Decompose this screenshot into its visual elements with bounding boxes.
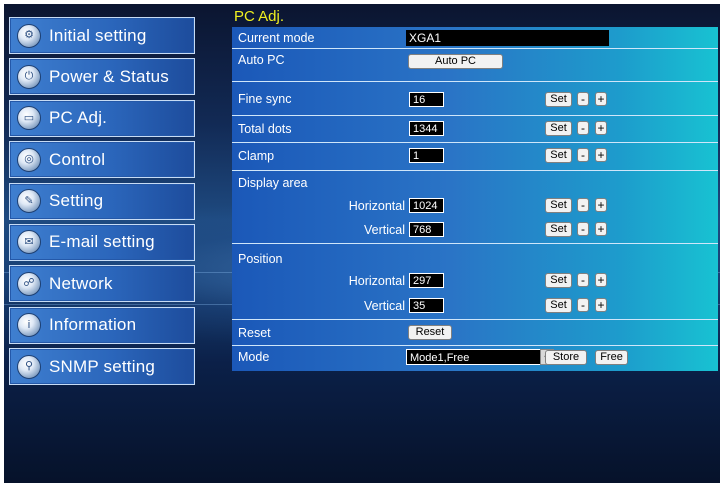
fine-sync-input[interactable]: 16 [409,92,444,107]
current-mode-label: Current mode [238,31,315,45]
current-mode-row: Current mode XGA1 [232,27,718,49]
snmp-icon: ⚲ [17,354,41,379]
fine-sync-minus-button[interactable]: - [577,92,589,106]
sidebar-item-label: Setting [49,191,104,211]
total-dots-input[interactable]: 1344 [409,121,444,136]
reset-row: Reset Reset [232,320,718,346]
monitor-icon: ▭ [17,106,41,131]
clamp-minus-button[interactable]: - [577,148,589,162]
total-dots-set-button[interactable]: Set [545,121,572,136]
sidebar-nav: ⚙ Initial setting ⏻ Power & Status ▭ PC … [9,17,195,390]
position-vertical-plus-button[interactable]: + [595,298,607,312]
position-vertical-label: Vertical [364,299,405,313]
current-mode-value: XGA1 [406,30,609,46]
gear-icon: ⚙ [17,23,41,48]
position-horizontal-plus-button[interactable]: + [595,273,607,287]
sidebar-item-email-setting[interactable]: ✉ E-mail setting [9,223,195,261]
position-row: Position Horizontal 297 Set - + Vertical… [232,244,718,320]
total-dots-label: Total dots [238,122,292,136]
page-title: PC Adj. [234,8,285,25]
reset-label: Reset [238,326,271,340]
clamp-input[interactable]: 1 [409,148,444,163]
wrench-icon: ✎ [17,189,41,214]
fine-sync-row: Fine sync 16 Set - + [232,82,718,116]
sidebar-item-label: E-mail setting [49,232,155,252]
sidebar-item-network[interactable]: ☍ Network [9,265,195,303]
display-area-vertical-plus-button[interactable]: + [595,222,607,236]
clamp-plus-button[interactable]: + [595,148,607,162]
sidebar-item-information[interactable]: i Information [9,306,195,344]
display-area-row: Display area Horizontal 1024 Set - + Ver… [232,171,718,244]
sidebar-item-pc-adj[interactable]: ▭ PC Adj. [9,99,195,137]
position-horizontal-set-button[interactable]: Set [545,273,572,288]
sidebar-item-power-status[interactable]: ⏻ Power & Status [9,58,195,96]
sidebar-item-label: PC Adj. [49,108,108,128]
position-horizontal-label: Horizontal [348,274,405,288]
auto-pc-button[interactable]: Auto PC [408,54,503,69]
display-area-label: Display area [238,176,308,190]
reset-button[interactable]: Reset [408,325,452,340]
clamp-set-button[interactable]: Set [545,148,572,163]
sidebar-item-initial-setting[interactable]: ⚙ Initial setting [9,17,195,54]
control-icon: ◎ [17,147,41,172]
sidebar-item-control[interactable]: ◎ Control [9,141,195,179]
display-area-vertical-set-button[interactable]: Set [545,222,572,237]
clamp-label: Clamp [238,149,275,163]
display-area-vertical-input[interactable]: 768 [409,222,444,237]
position-horizontal-input[interactable]: 297 [409,273,444,288]
position-vertical-input[interactable]: 35 [409,298,444,313]
mode-row: Mode Mode1,Free ▼ Store Free [232,346,718,371]
sidebar-item-snmp-setting[interactable]: ⚲ SNMP setting [9,348,195,386]
sidebar-item-label: Power & Status [49,66,169,86]
display-area-horizontal-label: Horizontal [348,199,405,213]
fine-sync-plus-button[interactable]: + [595,92,607,106]
display-area-horizontal-set-button[interactable]: Set [545,198,572,213]
sidebar-item-label: SNMP setting [49,356,156,376]
sidebar-item-label: Network [49,273,113,293]
store-button[interactable]: Store [545,350,587,365]
total-dots-row: Total dots 1344 Set - + [232,116,718,143]
mode-label: Mode [238,350,270,364]
auto-pc-row: Auto PC Auto PC [232,49,718,82]
sidebar-item-label: Control [49,149,106,169]
total-dots-plus-button[interactable]: + [595,121,607,135]
sidebar-item-label: Information [49,315,137,335]
clamp-row: Clamp 1 Set - + [232,143,718,171]
sidebar-item-label: Initial setting [49,25,147,45]
position-vertical-minus-button[interactable]: - [577,298,589,312]
position-label: Position [238,252,283,266]
free-button[interactable]: Free [595,350,628,365]
fine-sync-label: Fine sync [238,92,292,106]
display-area-horizontal-plus-button[interactable]: + [595,198,607,212]
mode-select[interactable]: Mode1,Free [406,349,554,365]
network-icon: ☍ [17,271,41,296]
display-area-horizontal-minus-button[interactable]: - [577,198,589,212]
fine-sync-set-button[interactable]: Set [545,92,572,107]
mail-icon: ✉ [17,230,41,255]
pc-adjust-panel: Current mode XGA1 Auto PC Auto PC Fine s… [232,27,718,371]
sidebar-item-setting[interactable]: ✎ Setting [9,182,195,220]
position-vertical-set-button[interactable]: Set [545,298,572,313]
auto-pc-label: Auto PC [238,53,285,67]
display-area-horizontal-input[interactable]: 1024 [409,198,444,213]
position-horizontal-minus-button[interactable]: - [577,273,589,287]
display-area-vertical-minus-button[interactable]: - [577,222,589,236]
info-icon: i [17,313,41,338]
power-icon: ⏻ [17,64,41,89]
display-area-vertical-label: Vertical [364,223,405,237]
total-dots-minus-button[interactable]: - [577,121,589,135]
